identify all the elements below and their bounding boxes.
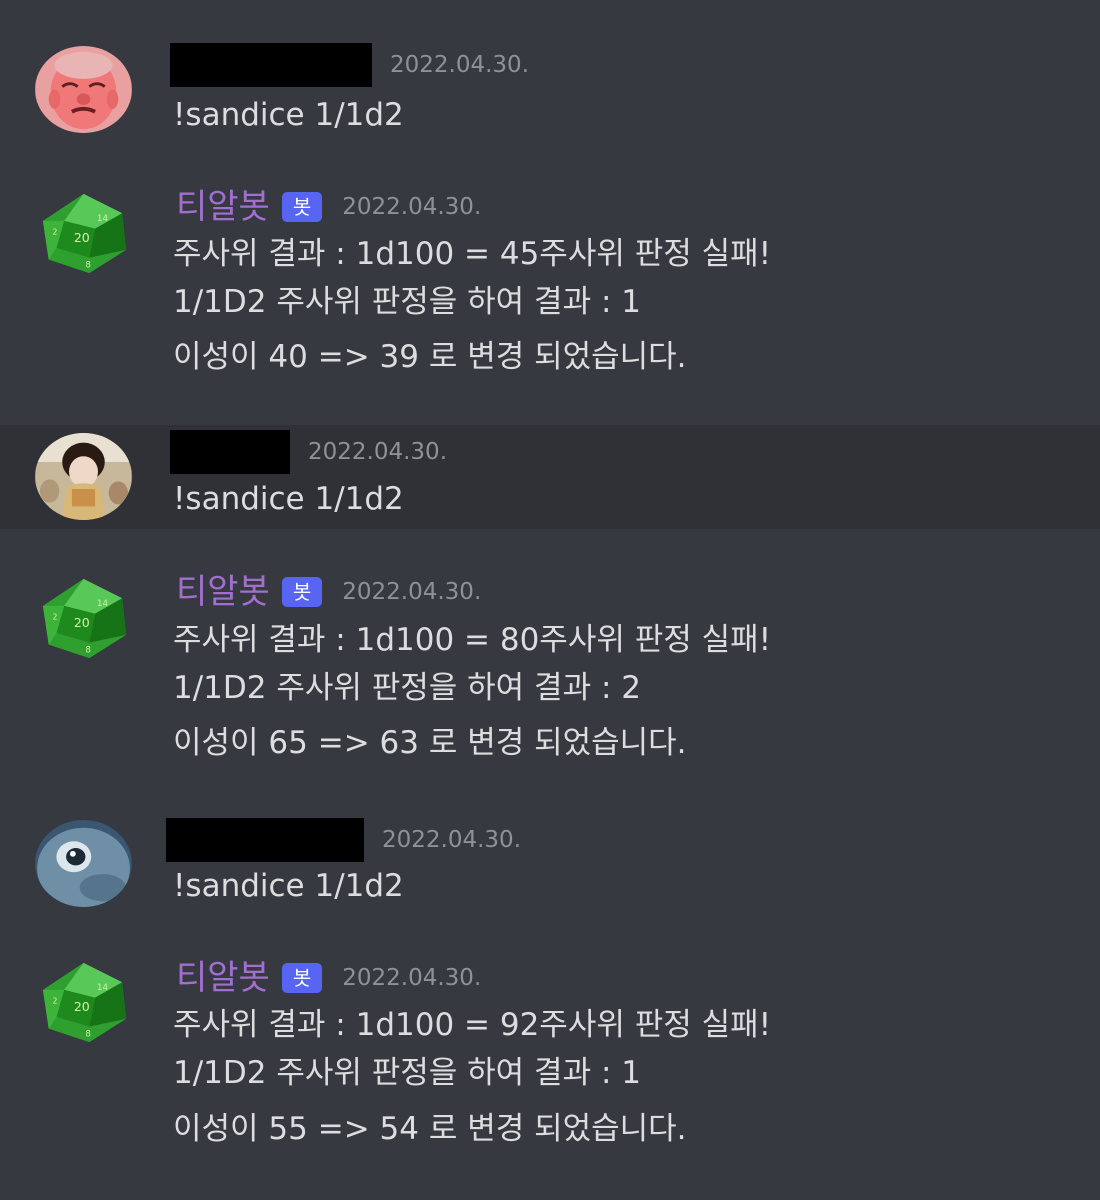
svg-text:8: 8 [85,260,91,270]
svg-text:8: 8 [85,1029,91,1039]
d20-dice-icon[interactable]: 20 14 2 8 [35,190,132,277]
d20-dice-icon[interactable]: 20 14 2 8 [35,959,132,1046]
bot-username[interactable]: 티알봇 [176,184,270,230]
message-header: 티알봇 봇 2022.04.30. [170,955,481,1001]
bot-badge: 봇 [281,192,323,222]
message-header: 2022.04.30. [170,42,529,88]
message-line-2: 1/1D2 주사위 판정을 하여 결과 : 2 [173,670,641,706]
svg-text:2: 2 [53,227,58,236]
message-user-3: 2022.04.30. !sandice 1/1d2 [0,809,1100,939]
timestamp[interactable]: 2022.04.30. [308,439,447,465]
user-avatar-red-face-icon[interactable] [35,46,132,133]
timestamp[interactable]: 2022.04.30. [342,965,481,991]
svg-text:20: 20 [74,230,90,245]
message-bot-3: 20 14 2 8 티알봇 봇 2022.04.30. 주사위 결과 : 1d1… [0,939,1100,1200]
svg-text:8: 8 [85,645,91,655]
message-line-3: 이성이 55 => 54 로 변경 되었습니다. [173,1111,687,1147]
timestamp[interactable]: 2022.04.30. [382,827,521,853]
timestamp[interactable]: 2022.04.30. [342,579,481,605]
bot-username[interactable]: 티알봇 [176,569,270,615]
message-text: !sandice 1/1d2 [173,868,404,904]
redacted-username [170,43,372,87]
message-bot-1: 20 14 2 8 티알봇 봇 2022.04.30. 주사위 결과 : 1d1… [0,160,1100,425]
svg-text:14: 14 [97,983,109,993]
svg-text:2: 2 [53,996,58,1005]
svg-text:14: 14 [97,214,109,224]
message-line-2: 1/1D2 주사위 판정을 하여 결과 : 1 [173,1055,641,1091]
message-text: !sandice 1/1d2 [173,97,404,133]
user-avatar-blue-eye-icon[interactable] [35,820,132,907]
message-line-1: 주사위 결과 : 1d100 = 92주사위 판정 실패! [173,1007,772,1043]
message-line-1: 주사위 결과 : 1d100 = 80주사위 판정 실패! [173,622,772,658]
message-user-2: 2022.04.30. !sandice 1/1d2 [0,425,1100,529]
bot-badge: 봇 [281,963,323,993]
user-avatar-photo-icon[interactable] [35,433,132,520]
redacted-username [166,818,364,862]
message-line-1: 주사위 결과 : 1d100 = 45주사위 판정 실패! [173,236,772,272]
message-header: 2022.04.30. [166,817,521,863]
svg-text:14: 14 [97,599,109,609]
message-user-1: 2022.04.30. !sandice 1/1d2 [0,0,1100,160]
svg-text:20: 20 [74,999,90,1014]
message-header: 티알봇 봇 2022.04.30. [170,184,481,230]
svg-text:20: 20 [74,615,90,630]
message-text: !sandice 1/1d2 [173,481,404,517]
bot-badge: 봇 [281,577,323,607]
chat-log: 2022.04.30. !sandice 1/1d2 20 14 2 8 티알봇… [0,0,1100,1200]
message-bot-2: 20 14 2 8 티알봇 봇 2022.04.30. 주사위 결과 : 1d1… [0,529,1100,809]
message-line-3: 이성이 65 => 63 로 변경 되었습니다. [173,725,687,761]
bot-username[interactable]: 티알봇 [176,955,270,1001]
message-header: 티알봇 봇 2022.04.30. [170,569,481,615]
timestamp[interactable]: 2022.04.30. [342,194,481,220]
message-header: 2022.04.30. [170,429,447,475]
message-line-3: 이성이 40 => 39 로 변경 되었습니다. [173,339,687,375]
timestamp[interactable]: 2022.04.30. [390,52,529,78]
svg-text:2: 2 [53,612,58,621]
redacted-username [170,430,290,474]
message-line-2: 1/1D2 주사위 판정을 하여 결과 : 1 [173,284,641,320]
d20-dice-icon[interactable]: 20 14 2 8 [35,575,132,662]
